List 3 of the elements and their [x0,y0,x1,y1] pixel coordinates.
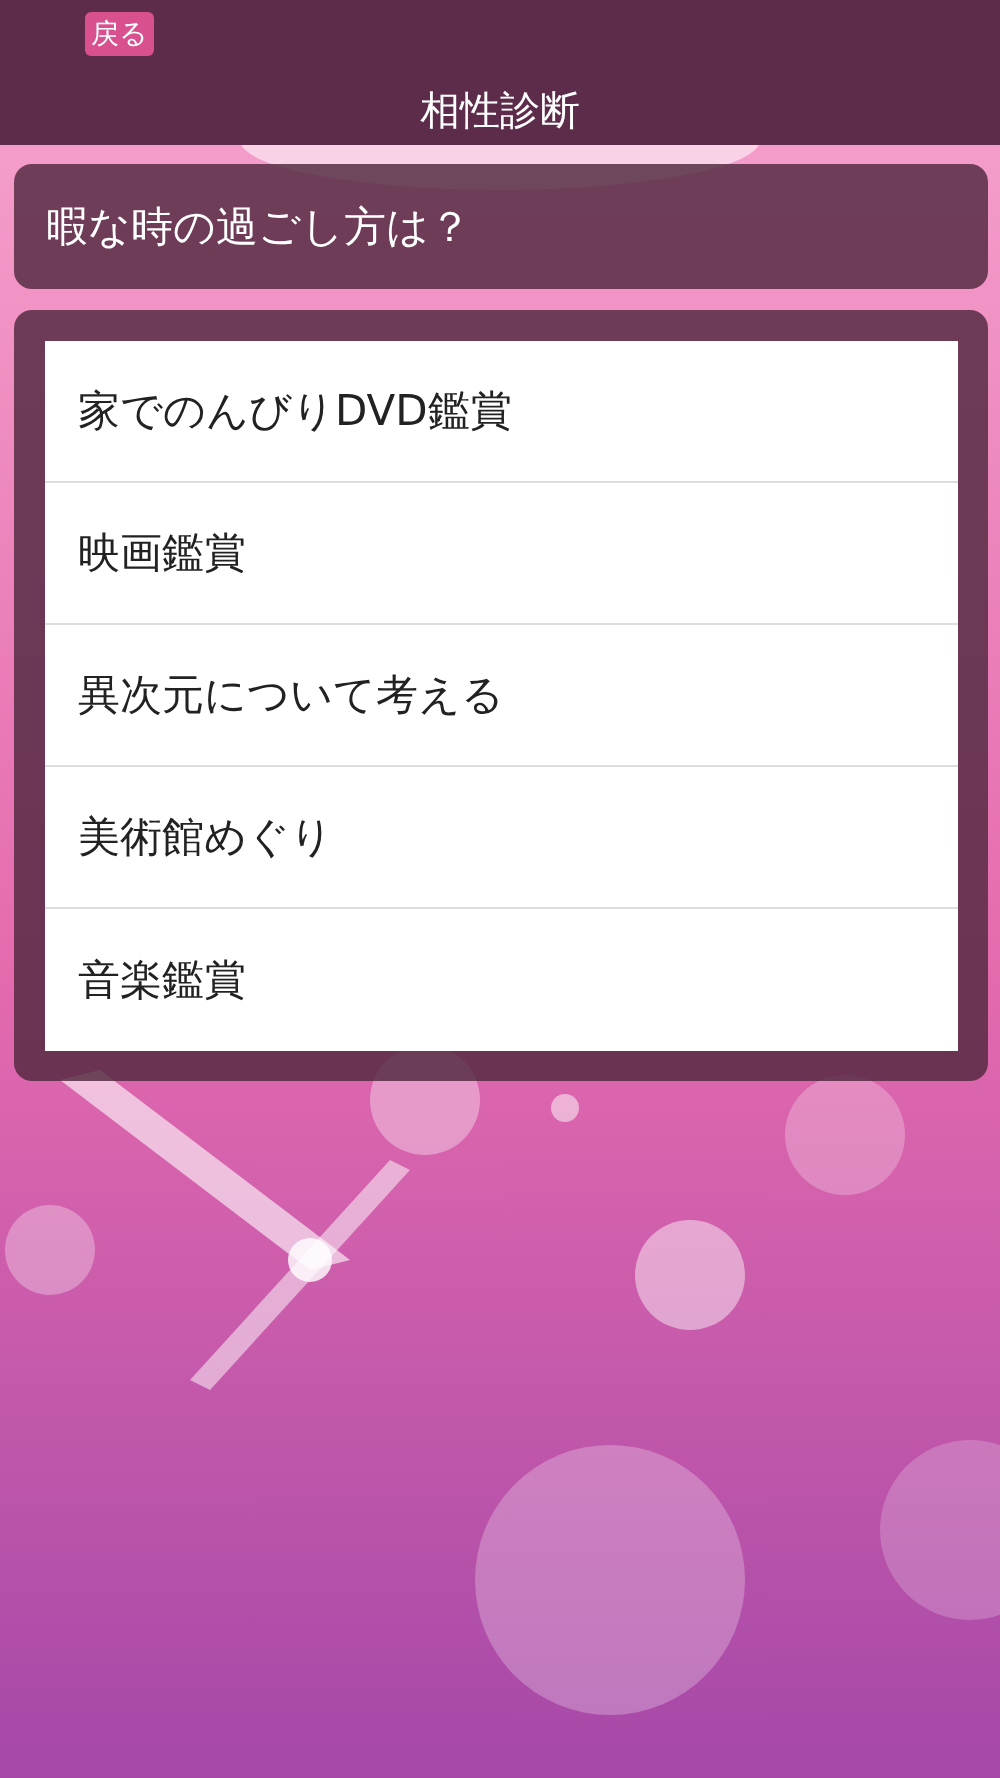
page-title: 相性診断 [419,86,581,135]
question-text: 暇な時の過ごし方は？ [46,200,471,253]
back-button[interactable]: 戻る [85,12,154,56]
